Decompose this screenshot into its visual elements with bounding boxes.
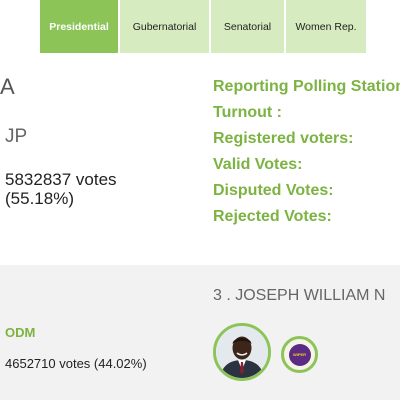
- candidate-3-avatar: [213, 323, 271, 381]
- candidate-3-name: 3 . JOSEPH WILLIAM N: [213, 287, 386, 304]
- candidate-portrait-icon: [216, 326, 268, 378]
- tab-senatorial[interactable]: Senatorial: [211, 0, 284, 53]
- candidate-3-party-logo: WIPER: [281, 336, 318, 373]
- candidate-1-votes: 5832837 votes (55.18%): [5, 170, 117, 208]
- stat-registered-voters: Registered voters:: [213, 130, 354, 147]
- candidate-1-party: JP: [5, 126, 28, 147]
- candidate-2-party: ODM: [5, 325, 36, 340]
- candidate-1-vote-percent: (55.18%): [5, 189, 74, 208]
- candidate-1-vote-count: 5832837 votes: [5, 170, 117, 189]
- stat-turnout: Turnout :: [213, 104, 283, 121]
- wiper-party-icon: WIPER: [288, 343, 311, 366]
- stat-reporting-polling-stations: Reporting Polling Station: [213, 78, 400, 95]
- results-bottom-section: [0, 265, 400, 400]
- candidate-1-name: A: [0, 74, 15, 99]
- stat-valid-votes: Valid Votes:: [213, 156, 303, 173]
- tab-presidential[interactable]: Presidential: [40, 0, 118, 53]
- tab-gubernatorial[interactable]: Gubernatorial: [120, 0, 209, 53]
- tab-women-rep[interactable]: Women Rep.: [286, 0, 366, 53]
- stat-rejected-votes: Rejected Votes:: [213, 208, 332, 225]
- candidate-2-votes: 4652710 votes (44.02%): [5, 356, 147, 371]
- stat-disputed-votes: Disputed Votes:: [213, 182, 334, 199]
- polling-stats: Reporting Polling Station Turnout : Regi…: [213, 77, 400, 233]
- party-logo-text: WIPER: [292, 352, 307, 357]
